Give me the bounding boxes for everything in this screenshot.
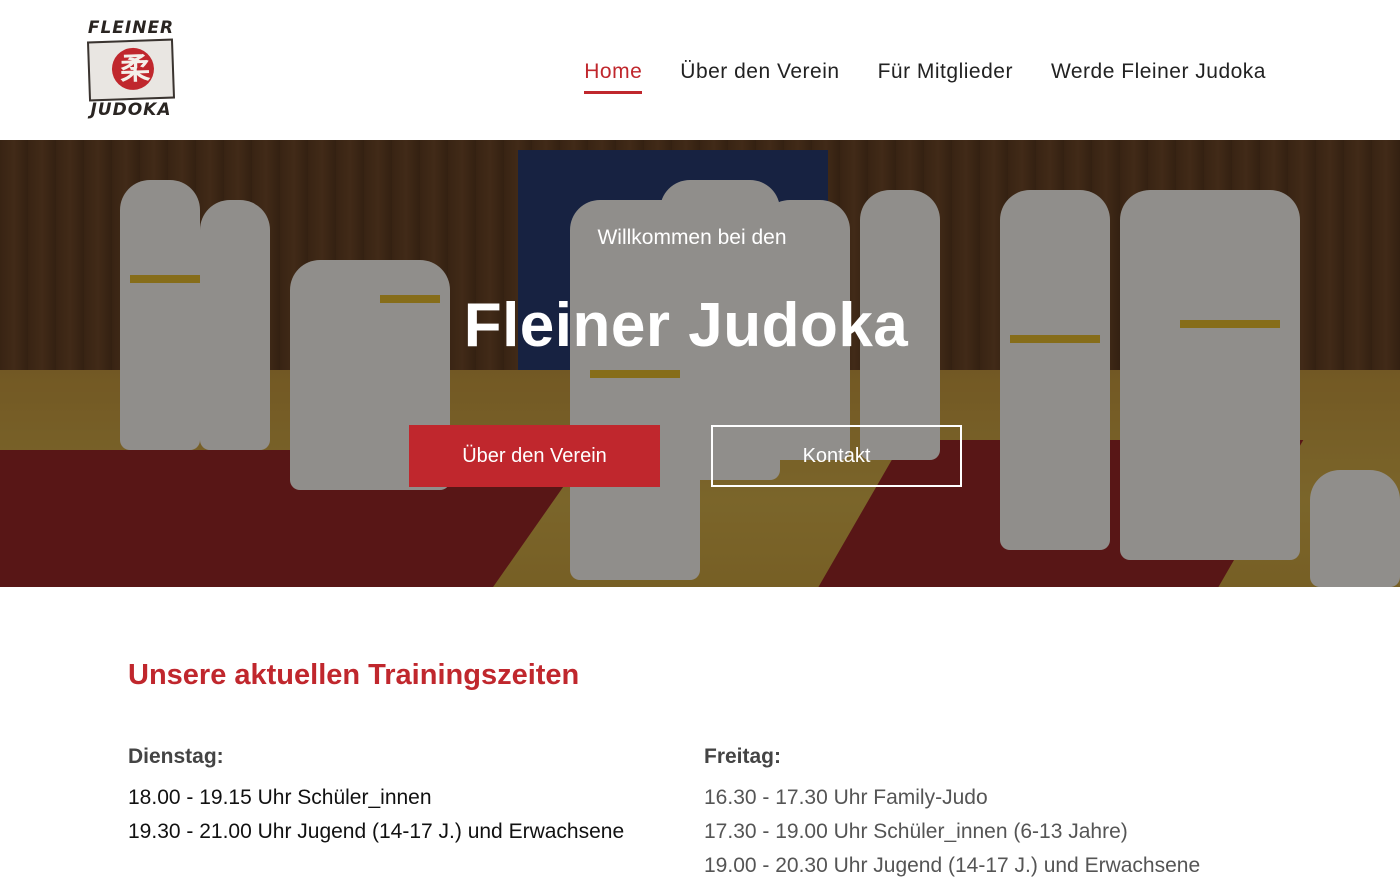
logo-top-text: FLEINER [87,18,175,38]
hero-subtitle: Willkommen bei den [597,226,787,249]
main-navigation: Home Über den Verein Für Mitglieder Werd… [584,60,1266,94]
ueber-den-verein-button[interactable]: Über den Verein [409,425,660,487]
nav-item-fuer-mitglieder[interactable]: Für Mitglieder [878,60,1013,92]
site-logo[interactable]: FLEINER 柔 JUDOKA [84,18,178,122]
training-times-section: Unsere aktuellen Trainingszeiten Diensta… [0,587,1400,893]
training-time-line: 16.30 - 17.30 Uhr Family-Judo [704,786,988,809]
nav-item-ueber-den-verein[interactable]: Über den Verein [680,60,839,92]
training-day-label: Freitag: [704,745,782,768]
training-day-column: Freitag: 16.30 - 17.30 Uhr Family-Judo 1… [704,745,1200,883]
logo-bottom-text: JUDOKA [90,100,172,120]
training-day-label: Dienstag: [128,745,224,768]
hero-content: Willkommen bei den Fleiner Judoka Über d… [0,140,1400,587]
hero-section: Willkommen bei den Fleiner Judoka Über d… [0,140,1400,587]
logo-emblem-icon: 柔 [86,38,176,102]
kontakt-button[interactable]: Kontakt [711,425,962,487]
training-time-line: 18.00 - 19.15 Uhr Schüler_innen [128,786,432,809]
training-time-line: 19.00 - 20.30 Uhr Jugend (14-17 J.) und … [704,854,1201,877]
site-header: FLEINER 柔 JUDOKA Home Über den Verein Fü… [0,0,1400,140]
training-heading: Unsere aktuellen Trainingszeiten [128,659,580,691]
training-time-line: 19.30 - 21.00 Uhr Jugend (14-17 J.) und … [128,820,625,843]
training-time-line: 17.30 - 19.00 Uhr Schüler_innen (6-13 Ja… [704,820,1128,843]
training-day-column: Dienstag: 18.00 - 19.15 Uhr Schüler_inne… [128,745,624,849]
nav-item-werde-fleiner-judoka[interactable]: Werde Fleiner Judoka [1051,60,1266,92]
logo-glyph: 柔 [119,51,151,88]
hero-title: Fleiner Judoka [463,291,909,360]
nav-item-home[interactable]: Home [584,60,643,94]
